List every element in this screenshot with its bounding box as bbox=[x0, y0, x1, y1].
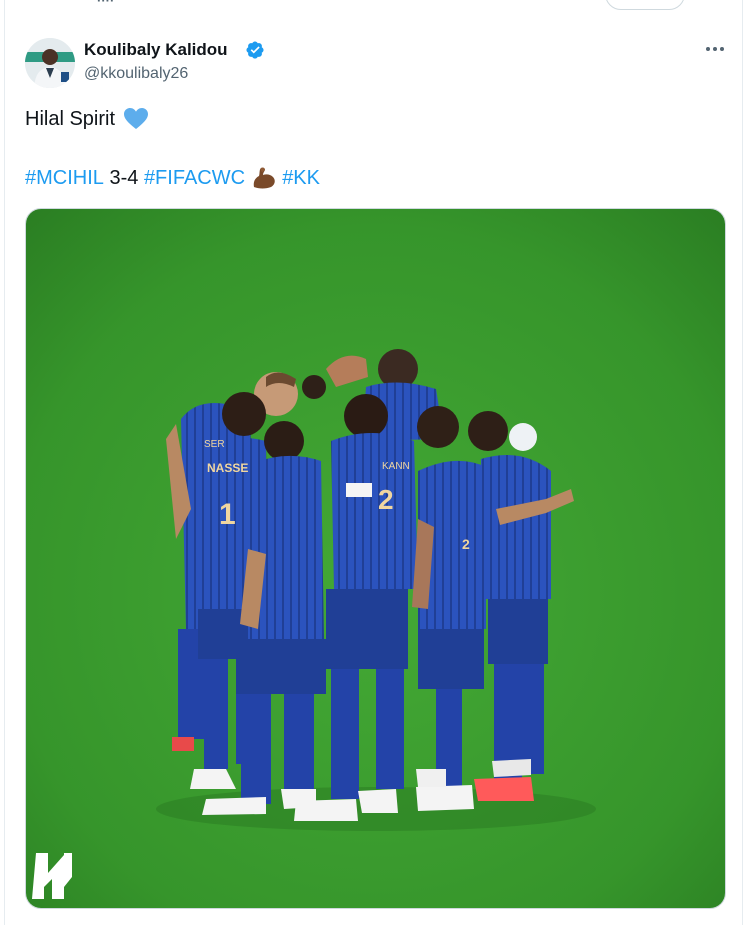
tweet-media-image[interactable]: NASSE 1 SER KANN 2 2 bbox=[25, 208, 726, 909]
jersey-name-nasser: NASSE bbox=[207, 461, 248, 475]
verified-badge-icon bbox=[246, 41, 264, 59]
tweet-text-line-2: #MCIHIL 3-4 #FIFACWC #KK bbox=[25, 166, 320, 190]
tweet-text: Hilal Spirit bbox=[25, 107, 116, 130]
blue-heart-icon bbox=[124, 108, 149, 129]
jersey-number: 2 bbox=[462, 536, 470, 552]
tweet-text-line-1: Hilal Spirit bbox=[25, 107, 149, 131]
more-options-button[interactable] bbox=[701, 38, 729, 60]
author-name[interactable]: Koulibaly Kalidou bbox=[84, 40, 228, 60]
jersey-name-kanno: KANN bbox=[382, 461, 410, 472]
avatar[interactable] bbox=[25, 38, 75, 88]
hashtag-link[interactable]: #MCIHIL bbox=[25, 167, 104, 190]
previous-tweet-fragment: ···· bbox=[5, 0, 744, 12]
author-handle[interactable]: @kkoulibaly26 bbox=[84, 65, 188, 83]
flexed-biceps-icon bbox=[253, 167, 275, 189]
more-dots-icon bbox=[706, 47, 724, 51]
previous-pill-button[interactable] bbox=[605, 0, 685, 10]
team-huddle-photo: NASSE 1 SER KANN 2 2 bbox=[26, 209, 725, 908]
score-text: 3-4 bbox=[109, 166, 139, 189]
jersey-name-back: SER bbox=[204, 439, 225, 450]
hashtag-link[interactable]: #KK bbox=[282, 167, 320, 190]
tweet-card[interactable]: ···· Koulibaly Kalidou @kkoulibaly26 Hil… bbox=[4, 0, 743, 925]
jersey-number: 1 bbox=[219, 498, 236, 531]
previous-text-fragment: ···· bbox=[97, 0, 115, 8]
hashtag-link[interactable]: #FIFACWC bbox=[144, 167, 245, 190]
avatar-image bbox=[25, 38, 75, 88]
jersey-number: 2 bbox=[378, 484, 394, 515]
